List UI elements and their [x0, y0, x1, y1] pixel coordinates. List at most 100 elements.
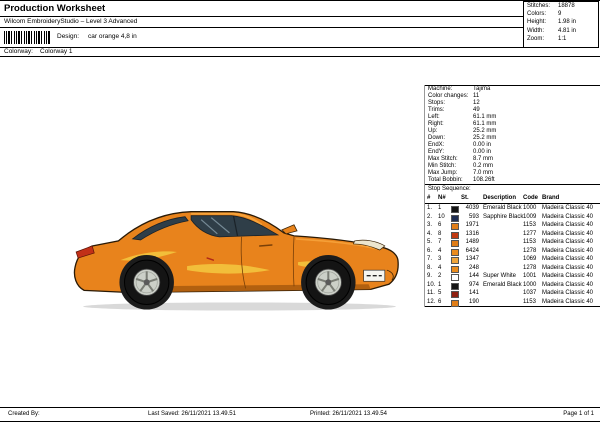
row-number: 1. — [427, 205, 433, 211]
row-number: 2. — [427, 213, 433, 220]
machine-value: 0.2 mm — [473, 163, 494, 169]
machine-row: Right: 61.1 mm — [425, 121, 600, 128]
thread-description: Sapphire Black — [483, 213, 524, 220]
app-version: Wilcom EmbroideryStudio – Level 3 Advanc… — [4, 18, 138, 25]
header-needle: N# — [438, 195, 446, 201]
car-license-plate — [363, 269, 386, 282]
header-num: # — [427, 195, 431, 201]
machine-label: Max Jump: — [428, 170, 458, 176]
stat-row: Width: 4.81 in — [524, 27, 598, 35]
row-number: 12. — [427, 298, 436, 305]
machine-row: Machine: Tajima — [425, 86, 600, 93]
colorway-name: Colorway 1 — [40, 48, 73, 55]
thread-description: Super White — [483, 273, 517, 279]
design-name: car orange 4,8 in — [88, 33, 137, 40]
table-row: 10. 1 974 Emerald Black 1000 Madeira Classic … — [425, 281, 600, 290]
row-number: 8. — [427, 264, 433, 271]
stitch-count: 248 — [468, 264, 479, 271]
colors-value: 9 — [558, 11, 562, 18]
stat-row: Stitches: 18878 — [524, 2, 598, 10]
thread-brand: Madeira Classic 40 — [542, 239, 594, 245]
machine-label: Stops: — [428, 100, 446, 106]
machine-value: 61.1 mm — [473, 114, 497, 120]
machine-value: 0.00 in — [473, 149, 492, 155]
header-description: Description — [483, 195, 517, 201]
machine-row: Left: 61.1 mm — [425, 114, 600, 121]
machine-value: 25.2 mm — [473, 135, 497, 141]
stat-row: Height: 1.98 in — [524, 18, 598, 26]
needle-number: 7 — [438, 239, 442, 245]
production-worksheet-page: Production Worksheet Wilcom EmbroiderySt… — [0, 0, 600, 424]
thread-code: 1278 — [523, 264, 537, 271]
last-saved-timestamp: Last Saved: 26/11/2021 13.49.51 — [148, 411, 236, 417]
machine-value: 8.7 mm — [473, 156, 494, 162]
row-number: 4. — [427, 230, 433, 237]
thread-brand: Madeira Classic 40 — [542, 256, 594, 262]
machine-value: Tajima — [473, 86, 491, 92]
footer: Created By: Last Saved: 26/11/2021 13.49… — [0, 407, 600, 422]
stat-row: Colors: 9 — [524, 10, 598, 18]
page-title: Production Worksheet — [4, 3, 106, 14]
thread-brand: Madeira Classic 40 — [542, 273, 594, 279]
machine-value: 7.0 mm — [473, 170, 494, 176]
thread-code: 1000 — [523, 205, 537, 211]
header-stitches: St. — [461, 195, 469, 201]
header-code: Code — [523, 195, 538, 201]
thread-brand: Madeira Classic 40 — [542, 230, 594, 237]
needle-number: 6 — [438, 222, 442, 228]
stat-row: Zoom: 1:1 — [524, 35, 598, 43]
width-value: 4.81 in — [558, 27, 577, 34]
design-row: Design: car orange 4,8 in — [0, 28, 523, 48]
car-mirror — [281, 224, 298, 235]
row-number: 9. — [427, 273, 433, 279]
row-number: 7. — [427, 256, 433, 262]
stitch-count: 4039 — [465, 205, 479, 211]
thread-code: 1153 — [523, 298, 536, 305]
height-value: 1.98 in — [558, 19, 577, 26]
stitch-count: 593 — [468, 213, 479, 220]
machine-value: 12 — [473, 100, 480, 106]
machine-row: Max Jump: 7.0 mm — [425, 170, 600, 177]
car-design-image — [73, 211, 399, 311]
colorway-row: Colorway: Colorway 1 — [0, 47, 600, 57]
thread-brand: Madeira Classic 40 — [542, 247, 594, 254]
table-row: 9. 2 144 Super White 1001 Madeira Classic 40 — [425, 272, 600, 281]
thread-code: 1009 — [523, 213, 537, 220]
row-number: 10. — [427, 281, 436, 288]
machine-value: 25.2 mm — [473, 128, 497, 134]
machine-label: Color changes: — [428, 93, 469, 99]
needle-number: 3 — [438, 256, 442, 262]
needle-number: 8 — [438, 230, 442, 237]
stitch-count: 974 — [468, 281, 479, 288]
machine-row: EndY: 0.00 in — [425, 149, 600, 156]
page-indicator: Page 1 of 1 — [563, 411, 594, 417]
stitch-count: 1347 — [465, 256, 479, 262]
machine-row: Up: 25.2 mm — [425, 128, 600, 135]
needle-number: 4 — [438, 247, 442, 254]
thread-code: 1277 — [523, 230, 537, 237]
needle-number: 1 — [438, 281, 442, 288]
stitch-count: 1971 — [465, 222, 479, 228]
machine-value: 108.26ft — [473, 177, 495, 183]
machine-row: Trims: 49 — [425, 107, 600, 114]
machine-row: Color changes: 11 — [425, 93, 600, 100]
machine-label: Machine: — [428, 86, 453, 92]
table-row: 8. 4 248 1278 Madeira Classic 40 — [425, 264, 600, 273]
machine-label: Min Stitch: — [428, 163, 457, 169]
machine-label: Left: — [428, 114, 440, 120]
stat-label: Colors: — [527, 11, 547, 18]
right-info-panel: Machine: Tajima Color changes: 11 Stops: 12… — [424, 85, 600, 307]
needle-number: 2 — [438, 273, 442, 279]
stitch-count: 144 — [468, 273, 479, 279]
barcode — [4, 31, 50, 44]
row-number: 3. — [427, 222, 433, 228]
machine-label: Right: — [428, 121, 444, 127]
colorway-label: Colorway: — [4, 48, 33, 55]
stitch-count: 141 — [468, 290, 479, 296]
thread-brand: Madeira Classic 40 — [542, 298, 594, 305]
thread-brand: Madeira Classic 40 — [542, 213, 594, 220]
created-by-label: Created By: — [8, 411, 40, 417]
thread-code: 1000 — [523, 281, 537, 288]
machine-label: Up: — [428, 128, 438, 134]
machine-value: 11 — [473, 93, 480, 99]
